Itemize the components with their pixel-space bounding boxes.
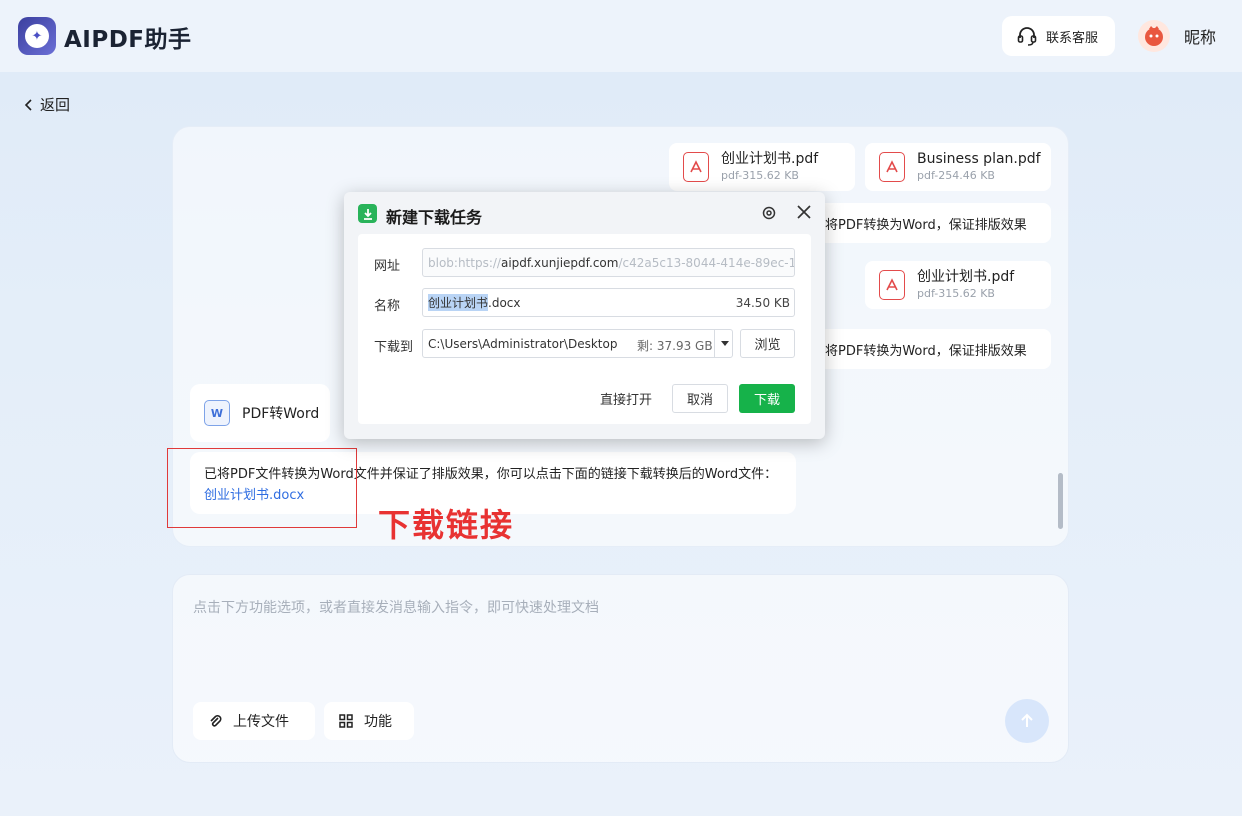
filename-extension: .docx — [488, 295, 521, 310]
chevron-left-icon — [24, 98, 32, 111]
back-link[interactable]: 返回 — [24, 94, 70, 115]
user-avatar-icon — [1145, 26, 1163, 46]
settings-gear-icon[interactable] — [760, 204, 778, 226]
url-label: 网址 — [374, 259, 401, 274]
file-size: 34.50 KB — [735, 296, 790, 310]
app-title: AIPDF助手 — [64, 27, 192, 53]
file-name: 创业计划书.pdf — [721, 151, 819, 167]
grid-icon — [339, 714, 353, 728]
browse-button[interactable]: 浏览 — [740, 329, 795, 358]
chat-scrollbar[interactable] — [1058, 473, 1063, 529]
dialog-title: 新建下载任务 — [386, 208, 483, 227]
pdf-file-icon — [879, 152, 905, 182]
dialog-body: 网址 blob:https://aipdf.xunjiepdf.com/c42a… — [358, 234, 811, 424]
contact-service-label: 联系客服 — [1046, 30, 1099, 46]
sparkle-icon: ✦ — [25, 24, 49, 48]
user-nickname[interactable]: 昵称 — [1184, 24, 1216, 48]
contact-service-button[interactable]: 联系客服 — [1002, 16, 1115, 56]
download-button[interactable]: 下载 — [739, 384, 795, 413]
functions-button[interactable]: 功能 — [324, 702, 414, 740]
headset-icon — [1017, 27, 1037, 46]
upload-file-label: 上传文件 — [233, 714, 289, 730]
file-meta: pdf-315.62 KB — [721, 169, 799, 182]
url-path: /c42a5c13-8044-414e-89ec-18ce9f7 — [618, 255, 794, 270]
file-card[interactable]: Business plan.pdf pdf-254.46 KB — [865, 143, 1051, 191]
avatar[interactable] — [1138, 20, 1170, 52]
filename-selected-text: 创业计划书 — [428, 294, 489, 311]
functions-label: 功能 — [364, 714, 392, 730]
back-label: 返回 — [40, 96, 71, 114]
name-label: 名称 — [374, 299, 401, 314]
chevron-down-icon[interactable] — [714, 330, 732, 357]
message-composer[interactable]: 点击下方功能选项，或者直接发消息输入指令，即可快速处理文档 上传文件 功能 — [172, 574, 1069, 763]
user-message-bubble: 将PDF转换为Word，保证排版效果 — [813, 329, 1051, 369]
file-meta: pdf-315.62 KB — [917, 287, 995, 300]
download-app-icon — [358, 204, 377, 223]
file-card[interactable]: 创业计划书.pdf pdf-315.62 KB — [865, 261, 1051, 309]
close-icon[interactable] — [795, 203, 813, 225]
url-field[interactable]: blob:https://aipdf.xunjiepdf.com/c42a5c1… — [422, 248, 795, 277]
composer-placeholder[interactable]: 点击下方功能选项，或者直接发消息输入指令，即可快速处理文档 — [193, 597, 599, 617]
file-meta: pdf-254.46 KB — [917, 169, 995, 182]
annotation-label: 下载链接 — [378, 506, 515, 544]
cancel-button[interactable]: 取消 — [672, 384, 728, 413]
file-name: Business plan.pdf — [917, 151, 1041, 167]
url-host: aipdf.xunjiepdf.com — [500, 255, 619, 270]
tool-label: PDF转Word — [242, 406, 320, 422]
file-card[interactable]: 创业计划书.pdf pdf-315.62 KB — [669, 143, 855, 191]
file-name: 创业计划书.pdf — [917, 269, 1015, 285]
save-path: C:\Users\Administrator\Desktop — [428, 336, 618, 351]
save-path-select[interactable]: C:\Users\Administrator\Desktop 剩: 37.93 … — [422, 329, 733, 358]
top-bar: ✦ AIPDF助手 联系客服 昵称 — [0, 0, 1242, 72]
free-space: 剩: 37.93 GB — [637, 339, 713, 353]
paperclip-icon — [210, 715, 222, 727]
annotation-highlight-box — [167, 448, 357, 528]
open-directly-button[interactable]: 直接打开 — [592, 384, 660, 413]
pdf-to-word-tool-card[interactable]: W PDF转Word — [190, 384, 330, 442]
upload-file-button[interactable]: 上传文件 — [193, 702, 315, 740]
send-button[interactable] — [1005, 699, 1049, 743]
user-message-bubble: 将PDF转换为Word，保证排版效果 — [813, 203, 1051, 243]
arrow-up-icon — [1021, 713, 1033, 727]
app-logo[interactable]: ✦ — [18, 17, 56, 55]
pdf-file-icon — [683, 152, 709, 182]
new-download-dialog: 新建下载任务 网址 blob:https://aipdf.xunjiepdf.c… — [344, 192, 825, 439]
filename-input[interactable]: 创业计划书 .docx 34.50 KB — [422, 288, 795, 317]
url-prefix: blob:https:// — [428, 255, 501, 270]
word-file-icon: W — [204, 400, 230, 426]
pdf-file-icon — [879, 270, 905, 300]
save-to-label: 下载到 — [374, 340, 414, 355]
